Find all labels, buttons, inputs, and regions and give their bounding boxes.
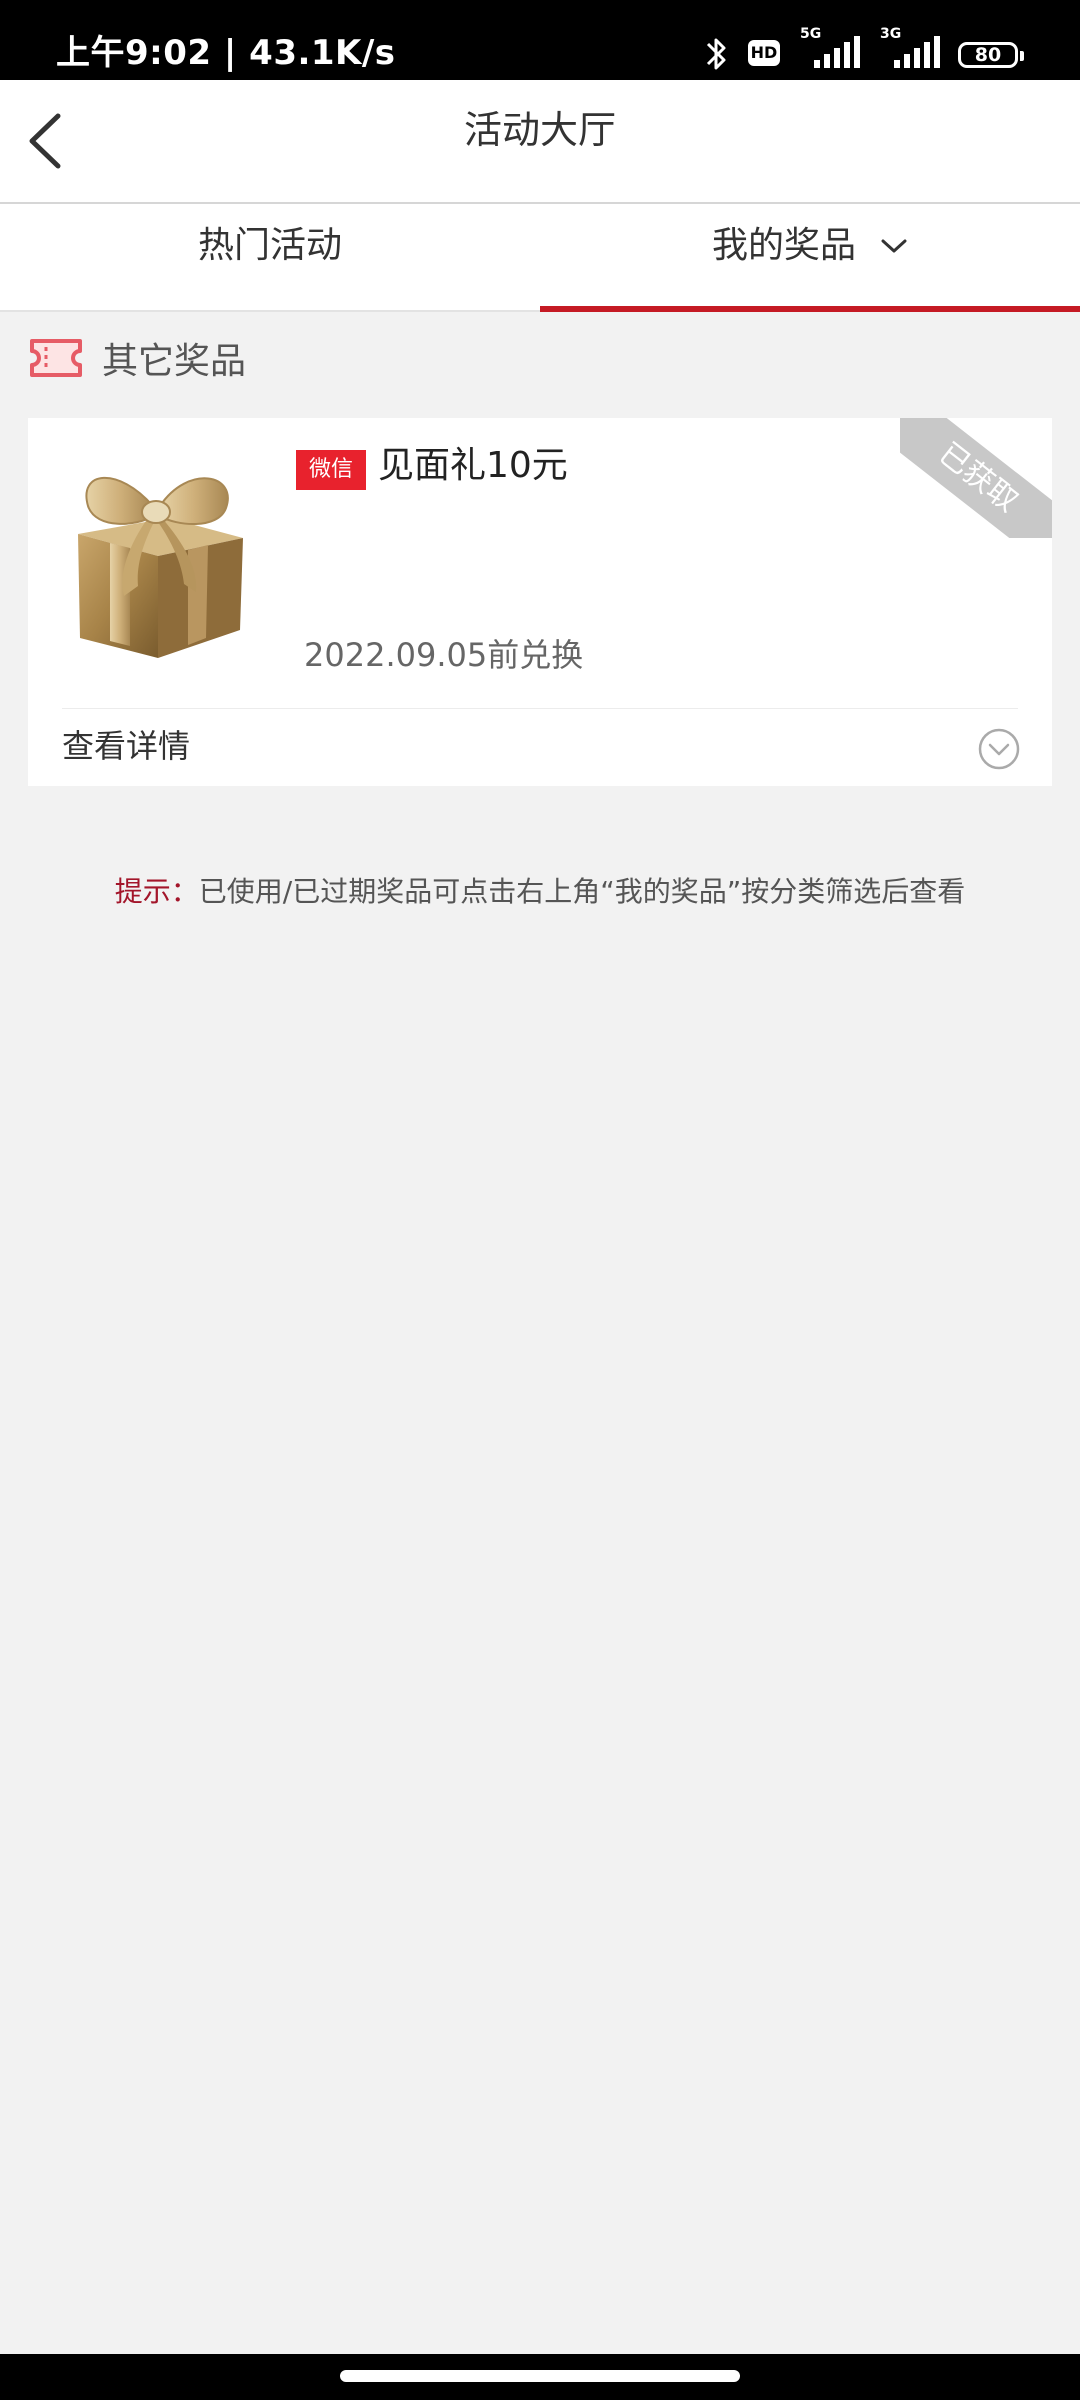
status-bar: 上午9:02 | 43.1K/s HD 5G 3G 80: [0, 0, 1080, 80]
prize-expiry: 2022.09.05前兑换: [304, 636, 584, 674]
hd-voice-icon: HD: [748, 40, 780, 66]
obtained-status: 已获取: [900, 418, 1052, 538]
nav-bar: 活动大厅: [0, 80, 1080, 204]
tip-label: 提示：: [114, 875, 199, 908]
section-title: 其它奖品: [102, 341, 247, 382]
page-title: 活动大厅: [463, 108, 616, 152]
active-tab-indicator: [540, 306, 1080, 312]
signal-bars-icon: [894, 36, 940, 68]
bluetooth-icon: [706, 38, 726, 70]
prize-card[interactable]: 微信 见面礼10元 2022.09.05前兑换 已获取 查看详情: [28, 418, 1052, 786]
tab-bar: 热门活动 我的奖品: [0, 204, 1080, 312]
card-divider: [62, 708, 1018, 709]
chevron-down-circle-icon[interactable]: [978, 728, 1020, 770]
wechat-badge: 微信: [296, 450, 366, 490]
battery-icon: 80: [958, 42, 1024, 68]
battery-level: 80: [974, 44, 1002, 66]
tip-message: 已使用/已过期奖品可点击右上角“我的奖品”按分类筛选后查看: [198, 875, 966, 908]
status-icons: HD 5G 3G 80: [704, 26, 1024, 74]
back-arrow-icon: [29, 113, 61, 169]
signal-5g: 5G: [798, 26, 860, 74]
home-indicator[interactable]: [340, 2370, 740, 2382]
ticket-icon: [30, 339, 82, 377]
tip-text: 提示：已使用/已过期奖品可点击右上角“我的奖品”按分类筛选后查看: [0, 870, 1080, 910]
tab-my-prizes-label: 我的奖品: [711, 225, 856, 266]
view-details-button[interactable]: 查看详情: [62, 714, 190, 778]
signal-bars-icon: [814, 36, 860, 68]
signal-3g: 3G: [878, 26, 940, 74]
chevron-down-icon: [881, 239, 907, 253]
system-nav-bar: [0, 2354, 1080, 2400]
tab-my-prizes[interactable]: 我的奖品: [540, 204, 1080, 310]
back-button[interactable]: [22, 100, 102, 180]
prize-name: 见面礼10元: [378, 445, 568, 486]
section-header: 其它奖品: [28, 328, 246, 388]
tab-hot-activities[interactable]: 热门活动: [0, 204, 540, 310]
status-time-speed: 上午9:02 | 43.1K/s: [56, 33, 396, 73]
gift-box-icon: [78, 476, 243, 658]
obtained-ribbon: 已获取: [900, 418, 1052, 538]
tab-hot-activities-label: 热门活动: [197, 225, 342, 266]
